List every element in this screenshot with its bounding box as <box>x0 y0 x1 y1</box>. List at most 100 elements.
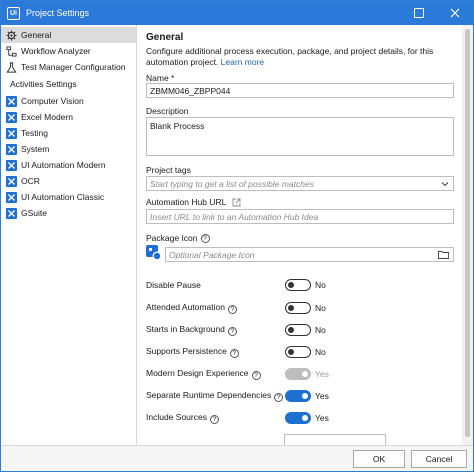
toggle-knob <box>302 393 308 399</box>
window-title: Project Settings <box>26 8 90 18</box>
description-text: Configure additional process execution, … <box>146 46 434 67</box>
toggle-row-attended-automation: Attended Automation? No <box>146 300 456 316</box>
help-icon[interactable]: ? <box>227 305 237 314</box>
sidebar-item-gsuite[interactable]: GSuite <box>1 205 136 221</box>
activity-package-icon <box>5 175 17 187</box>
dialog-footer: OK Cancel <box>1 445 473 471</box>
cancel-button[interactable]: Cancel <box>411 450 467 468</box>
help-icon[interactable]: ? <box>209 415 219 424</box>
toggle-knob <box>288 327 294 333</box>
cut-off-field[interactable] <box>284 434 386 445</box>
scrollbar-thumb[interactable] <box>465 29 470 437</box>
toggle-knob <box>288 349 294 355</box>
sidebar-item-ui-automation-classic[interactable]: UI Automation Classic <box>1 189 136 205</box>
toggle-label: Supports Persistence <box>146 346 227 356</box>
attended-automation-toggle[interactable] <box>285 302 311 314</box>
sidebar-item-label: Test Manager Configuration <box>21 62 126 72</box>
activity-package-icon <box>5 111 17 123</box>
help-icon[interactable]: ? <box>229 349 239 358</box>
disable-pause-toggle[interactable] <box>285 279 311 291</box>
learn-more-link[interactable]: Learn more <box>221 57 264 67</box>
toggle-knob <box>288 282 294 288</box>
folder-icon[interactable] <box>438 250 449 259</box>
activity-package-icon <box>5 207 17 219</box>
toggle-state: No <box>315 303 326 313</box>
sidebar-item-ocr[interactable]: OCR <box>1 173 136 189</box>
maximize-icon <box>414 8 424 18</box>
toggle-label-row: Disable Pause <box>146 280 285 290</box>
general-settings-panel: General Configure additional process exe… <box>138 25 460 445</box>
toggle-state: Yes <box>315 413 329 423</box>
starts-in-background-toggle[interactable] <box>285 324 311 336</box>
toggle-label-row: Attended Automation? <box>146 302 285 314</box>
automation-hub-label-row: Automation Hub URL <box>146 197 241 207</box>
sidebar-item-general[interactable]: General <box>1 27 136 43</box>
close-icon <box>450 8 460 18</box>
toggle-label: Disable Pause <box>146 280 201 290</box>
toggle-knob <box>302 371 308 377</box>
toggle-label: Separate Runtime Dependencies <box>146 390 272 400</box>
sidebar-item-excel-modern[interactable]: Excel Modern <box>1 109 136 125</box>
package-icon-placeholder: Optional Package Icon <box>169 249 255 260</box>
external-link-icon[interactable] <box>232 198 241 207</box>
toggle-state: Yes <box>315 369 329 379</box>
name-field[interactable]: ZBMM046_ZBPP044 <box>146 83 454 98</box>
name-label: Name * <box>146 73 175 83</box>
toggle-state: Yes <box>315 391 329 401</box>
project-tags-input[interactable]: Start typing to get a list of possible m… <box>146 176 454 191</box>
sidebar-item-ui-automation-modern[interactable]: UI Automation Modern <box>1 157 136 173</box>
package-icon-input[interactable]: Optional Package Icon <box>165 247 454 262</box>
toggle-state: No <box>315 280 326 290</box>
close-button[interactable] <box>437 1 473 25</box>
package-icon-label-row: Package Icon ? <box>146 233 210 243</box>
ok-button[interactable]: OK <box>353 450 405 468</box>
help-icon[interactable]: ? <box>227 327 237 336</box>
test-manager-icon <box>5 61 17 73</box>
automation-hub-url-input[interactable]: Insert URL to link to an Automation Hub … <box>146 209 454 224</box>
description-field[interactable]: Blank Process <box>146 117 454 156</box>
sidebar-item-label: OCR <box>21 176 40 186</box>
toggle-label-row: Modern Design Experience? <box>146 368 285 380</box>
toggle-label-row: Include Sources? <box>146 412 285 424</box>
sidebar-item-computer-vision[interactable]: Computer Vision <box>1 93 136 109</box>
toggle-knob <box>288 305 294 311</box>
sidebar-item-label: GSuite <box>21 208 47 218</box>
workflow-analyzer-icon <box>5 45 17 57</box>
toggle-label-row: Separate Runtime Dependencies? <box>146 390 285 402</box>
modern-design-experience-toggle[interactable] <box>285 368 311 380</box>
toggle-label-row: Starts in Background? <box>146 324 285 336</box>
sidebar-item-test-manager[interactable]: Test Manager Configuration <box>1 59 136 75</box>
sidebar-item-label: Excel Modern <box>21 112 73 122</box>
description-value: Blank Process <box>150 121 205 131</box>
sidebar-item-system[interactable]: System <box>1 141 136 157</box>
activity-package-icon <box>5 159 17 171</box>
project-settings-window: Ui Project Settings General Workflow Ana… <box>0 0 474 472</box>
toggle-row-include-sources: Include Sources? Yes <box>146 410 456 426</box>
help-icon[interactable]: ? <box>200 233 210 243</box>
chevron-down-icon[interactable] <box>441 180 449 188</box>
page-title: General <box>146 32 184 43</box>
activities-settings-heading: Activities Settings <box>10 79 77 89</box>
title-bar: Ui Project Settings <box>1 1 473 25</box>
settings-sidebar: General Workflow Analyzer Test Manager C… <box>1 25 137 445</box>
sidebar-item-label: UI Automation Classic <box>21 192 105 202</box>
sidebar-item-label: System <box>21 144 50 154</box>
include-sources-toggle[interactable] <box>285 412 311 424</box>
supports-persistence-toggle[interactable] <box>285 346 311 358</box>
vertical-scrollbar[interactable] <box>462 25 473 445</box>
separate-runtime-dependencies-toggle[interactable] <box>285 390 311 402</box>
sidebar-item-testing[interactable]: Testing <box>1 125 136 141</box>
toggle-row-starts-in-background: Starts in Background? No <box>146 322 456 338</box>
help-icon[interactable]: ? <box>274 393 284 402</box>
uipath-app-icon: Ui <box>7 6 20 20</box>
name-value: ZBMM046_ZBPP044 <box>150 85 231 96</box>
help-icon[interactable]: ? <box>251 371 261 380</box>
maximize-button[interactable] <box>401 1 437 25</box>
toggle-row-supports-persistence: Supports Persistence? No <box>146 344 456 360</box>
automation-hub-label: Automation Hub URL <box>146 197 227 207</box>
automation-hub-placeholder: Insert URL to link to an Automation Hub … <box>150 211 319 222</box>
sidebar-item-label: Testing <box>21 128 48 138</box>
sidebar-item-workflow-analyzer[interactable]: Workflow Analyzer <box>1 43 136 59</box>
toggle-knob <box>302 415 308 421</box>
general-description: Configure additional process execution, … <box>146 46 454 68</box>
